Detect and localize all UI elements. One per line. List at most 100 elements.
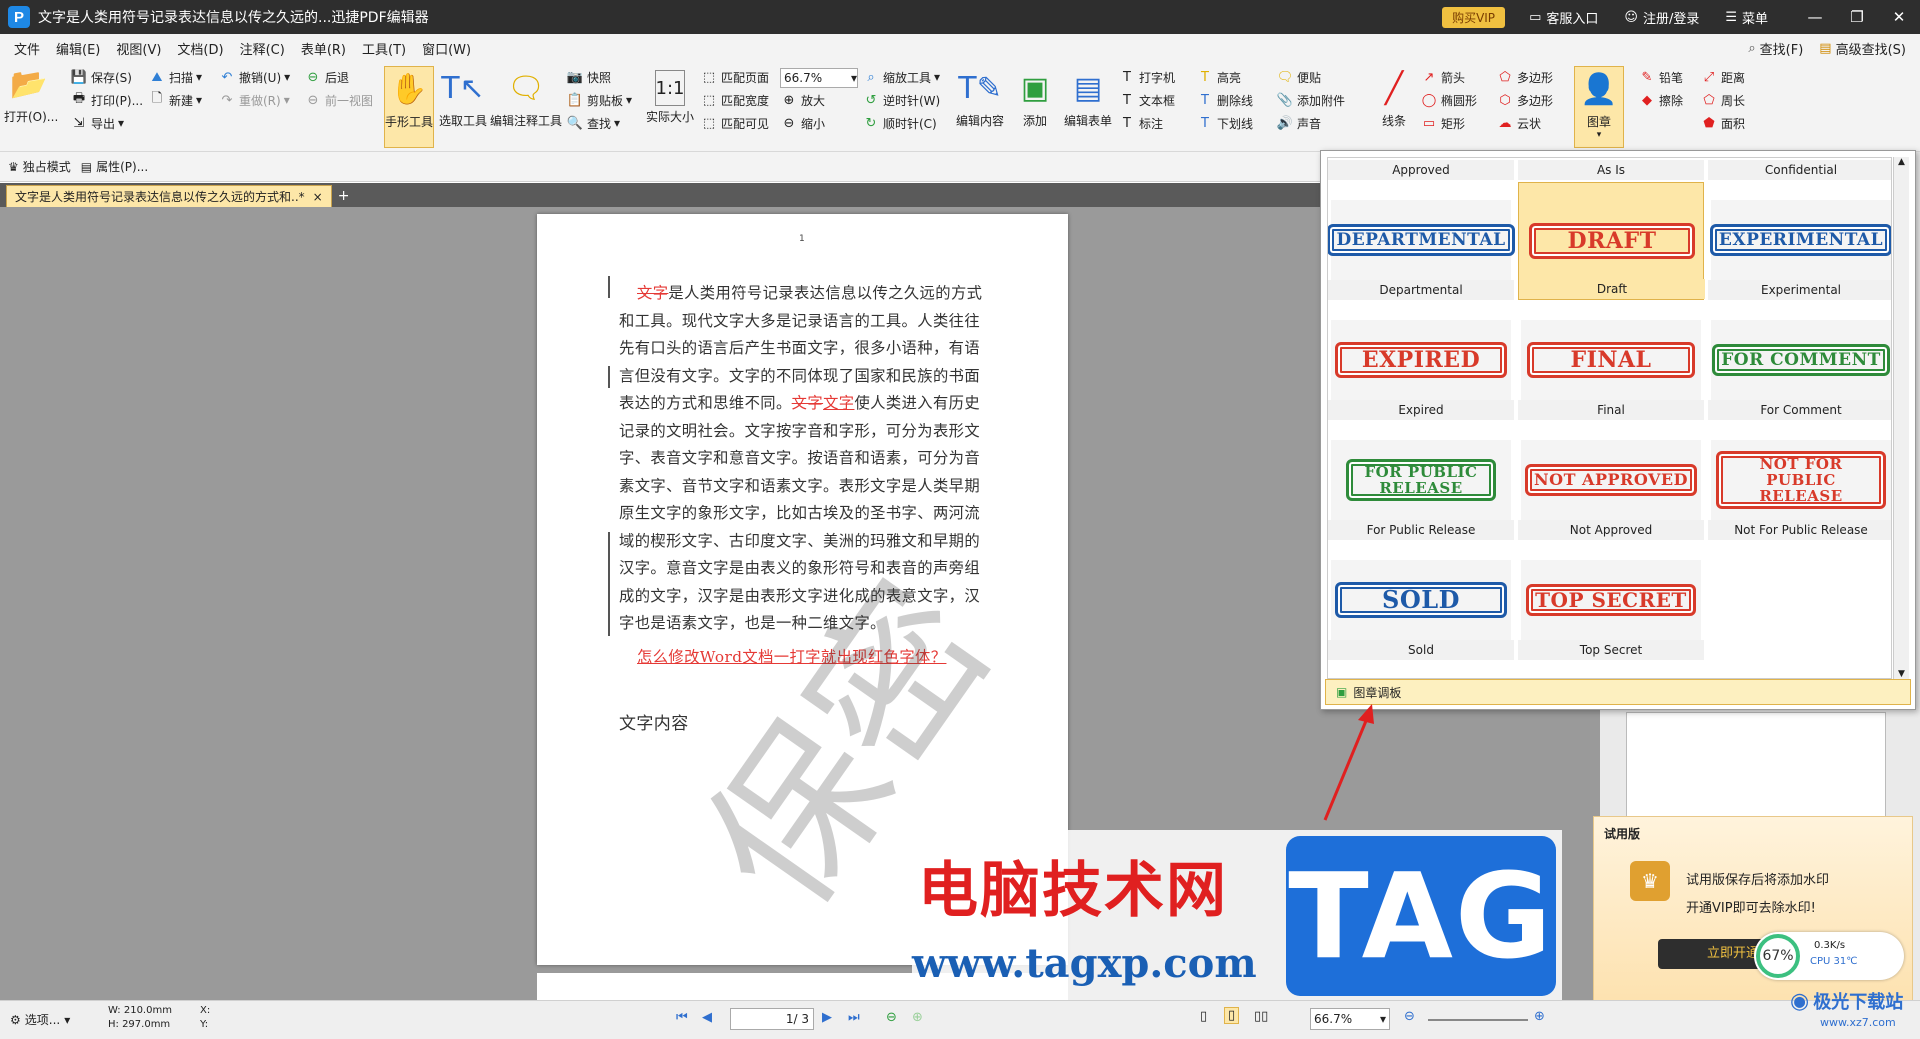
menu-comment[interactable]: 注释(C) [232, 39, 293, 58]
zoom-slider[interactable] [1428, 1019, 1528, 1021]
eraser-button[interactable]: ◆ 擦除 [1638, 91, 1683, 109]
options-button[interactable]: ⚙ 选项... ▾ [10, 1011, 70, 1028]
edit-form-button[interactable]: ▤ 编辑表单 [1060, 66, 1116, 129]
stamp-cell-as-is[interactable]: As Is [1518, 158, 1704, 180]
stamp-cell-approved[interactable]: Approved [1328, 158, 1514, 180]
first-page-button[interactable]: ⏮ [676, 1010, 688, 1025]
prev-page-button[interactable]: ◀ [702, 1010, 712, 1025]
exclusive-mode-button[interactable]: ♛ 独占模式 [8, 158, 71, 175]
actual-size-button[interactable]: 1:1 实际大小 [644, 66, 696, 125]
stamp-palette-footer[interactable]: ▣ 图章调板 [1325, 679, 1911, 705]
zoom-out-button[interactable]: ⊖ 缩小 [780, 114, 825, 132]
new-tab-button[interactable]: + [338, 188, 350, 204]
save-button[interactable]: 💾 保存(S) [70, 68, 132, 86]
advanced-find-button[interactable]: ▤ 高级查找(S) [1811, 39, 1914, 58]
zoom-status-combo[interactable]: 66.7% ▾ [1310, 1008, 1390, 1030]
menu-edit[interactable]: 编辑(E) [48, 39, 108, 58]
menu-view[interactable]: 视图(V) [108, 39, 169, 58]
prev-view-button[interactable]: ⊖ 前一视图 [304, 91, 373, 109]
perimeter-button[interactable]: ⬠ 周长 [1700, 91, 1745, 109]
menu-file[interactable]: 文件 [6, 39, 48, 58]
facing-view-icon[interactable]: ▯▯ [1254, 1009, 1268, 1024]
properties-button[interactable]: ▤ 属性(P)... [81, 158, 148, 175]
stamp-cell-expired[interactable]: EXPIRED Expired [1328, 302, 1514, 420]
fit-visible-button[interactable]: ⬚ 匹配可见 [700, 114, 769, 132]
history-forward-button[interactable]: ⊕ [912, 1010, 923, 1025]
stamp-cell-draft[interactable]: DRAFT Draft [1518, 182, 1705, 300]
zoom-out-status-button[interactable]: ⊖ [1404, 1009, 1415, 1024]
arrow-button[interactable]: ↗ 箭头 [1420, 68, 1465, 86]
minimize-button[interactable]: — [1794, 8, 1836, 26]
continuous-view-icon[interactable]: ▯ [1224, 1007, 1240, 1024]
last-page-button[interactable]: ⏭ [848, 1010, 860, 1025]
fit-page-button[interactable]: ⬚ 匹配页面 [700, 68, 769, 86]
stamp-cell-confidential[interactable]: Confidential [1708, 158, 1891, 180]
cloud-button[interactable]: ☁ 云状 [1496, 114, 1542, 132]
print-button[interactable]: 🖶 打印(P)... [70, 91, 143, 109]
stamp-cell-top-secret[interactable]: TOP SECRET Top Secret [1518, 542, 1704, 660]
callout-button[interactable]: T 标注 [1118, 114, 1163, 132]
stamp-cell-departmental[interactable]: DEPARTMENTAL Departmental [1328, 182, 1515, 300]
stamp-cell-sold[interactable]: SOLD Sold [1328, 542, 1514, 660]
close-button[interactable]: ✕ [1878, 8, 1920, 26]
find-button[interactable]: ⌕ 查找(F) [1740, 39, 1811, 58]
zoom-tool-button[interactable]: ⌕ 缩放工具 ▾ [862, 68, 940, 86]
new-button[interactable]: 🗋 新建 ▾ [148, 91, 202, 109]
stamp-cell-experimental[interactable]: EXPERIMENTAL Experimental [1708, 182, 1891, 300]
snapshot-button[interactable]: 📷 快照 [566, 68, 611, 86]
polyline-button[interactable]: ⬡ 多边形 [1496, 91, 1553, 109]
sound-button[interactable]: 🔊 声音 [1276, 114, 1321, 132]
undo-button[interactable]: ↶ 撤销(U) ▾ [218, 68, 291, 86]
service-link[interactable]: ▭ 客服入口 [1529, 8, 1598, 27]
highlight-button[interactable]: T 高亮 [1196, 68, 1241, 86]
export-button[interactable]: ⇲ 导出 ▾ [70, 114, 125, 132]
hand-tool-button[interactable]: ✋ 手形工具 [384, 66, 434, 148]
stamp-cell-not-for-public-release[interactable]: NOT FOR PUBLIC RELEASE Not For Public Rel… [1708, 422, 1891, 540]
fit-width-button[interactable]: ⬚ 匹配宽度 [700, 91, 769, 109]
main-menu-button[interactable]: ☰ 菜单 [1725, 8, 1768, 27]
attach-button[interactable]: 📎 添加附件 [1276, 91, 1345, 109]
redo-button[interactable]: ↷ 重做(R) ▾ [218, 91, 290, 109]
stamp-cell-for-comment[interactable]: FOR COMMENT For Comment [1708, 302, 1891, 420]
edit-annot-tool-button[interactable]: 🗨 编辑注释工具 [490, 66, 562, 129]
document-tab[interactable]: 文字是人类用符号记录表达信息以传之久远的方式和..* × [6, 185, 332, 207]
find-ribbon-button[interactable]: 🔍 查找 ▾ [566, 114, 620, 132]
distance-button[interactable]: ⤢ 距离 [1700, 68, 1745, 86]
stamp-button[interactable]: 👤 图章 ▾ [1574, 66, 1624, 148]
add-button[interactable]: ▣ 添加 [1010, 66, 1060, 129]
open-button[interactable]: 📂 打开(O)... [4, 62, 58, 125]
buy-vip-button[interactable]: 购买VIP [1442, 6, 1506, 28]
pencil-button[interactable]: ✎ 铅笔 [1638, 68, 1683, 86]
next-page-button[interactable]: ▶ [822, 1010, 832, 1025]
textbox-button[interactable]: T 文本框 [1118, 91, 1175, 109]
menu-tools[interactable]: 工具(T) [354, 39, 414, 58]
underline-button[interactable]: T 下划线 [1196, 114, 1253, 132]
line-button[interactable]: ╱ 线条 [1372, 66, 1416, 129]
back-button[interactable]: ⊖ 后退 [304, 68, 349, 86]
select-tool-button[interactable]: T↖ 选取工具 [438, 66, 488, 129]
area-button[interactable]: ⬟ 面积 [1700, 114, 1745, 132]
stamp-scrollbar[interactable]: ▲ ▼ [1893, 157, 1909, 679]
typewriter-button[interactable]: T 打字机 [1118, 68, 1175, 86]
edit-content-button[interactable]: T✎ 编辑内容 [952, 66, 1008, 129]
login-link[interactable]: ☺ 注册/登录 [1624, 8, 1699, 27]
polygon-button[interactable]: ⬠ 多边形 [1496, 68, 1553, 86]
single-page-view-icon[interactable]: ▯ [1200, 1009, 1207, 1024]
zoom-combo[interactable]: 66.7% ▾ [780, 68, 858, 88]
rotate-cw-button[interactable]: ↻ 顺时针(C) [862, 114, 937, 132]
stamp-cell-not-approved[interactable]: NOT APPROVED Not Approved [1518, 422, 1704, 540]
zoom-in-status-button[interactable]: ⊕ [1534, 1009, 1545, 1024]
stamp-cell-for-public-release[interactable]: FOR PUBLIC RELEASE For Public Release [1328, 422, 1514, 540]
zoom-in-button[interactable]: ⊕ 放大 [780, 91, 825, 109]
stamp-cell-final[interactable]: FINAL Final [1518, 302, 1704, 420]
history-back-button[interactable]: ⊖ [886, 1010, 897, 1025]
menu-document[interactable]: 文档(D) [169, 39, 231, 58]
ellipse-button[interactable]: ◯ 椭圆形 [1420, 91, 1477, 109]
clipboard-button[interactable]: 📋 剪贴板 ▾ [566, 91, 632, 109]
menu-form[interactable]: 表单(R) [293, 39, 354, 58]
tab-close-icon[interactable]: × [313, 190, 323, 204]
rotate-ccw-button[interactable]: ↺ 逆时针(W) [862, 91, 941, 109]
menu-window[interactable]: 窗口(W) [414, 39, 479, 58]
sticky-note-button[interactable]: 🗨 便贴 [1276, 68, 1321, 86]
page-input[interactable]: 1/ 3 [730, 1008, 814, 1030]
